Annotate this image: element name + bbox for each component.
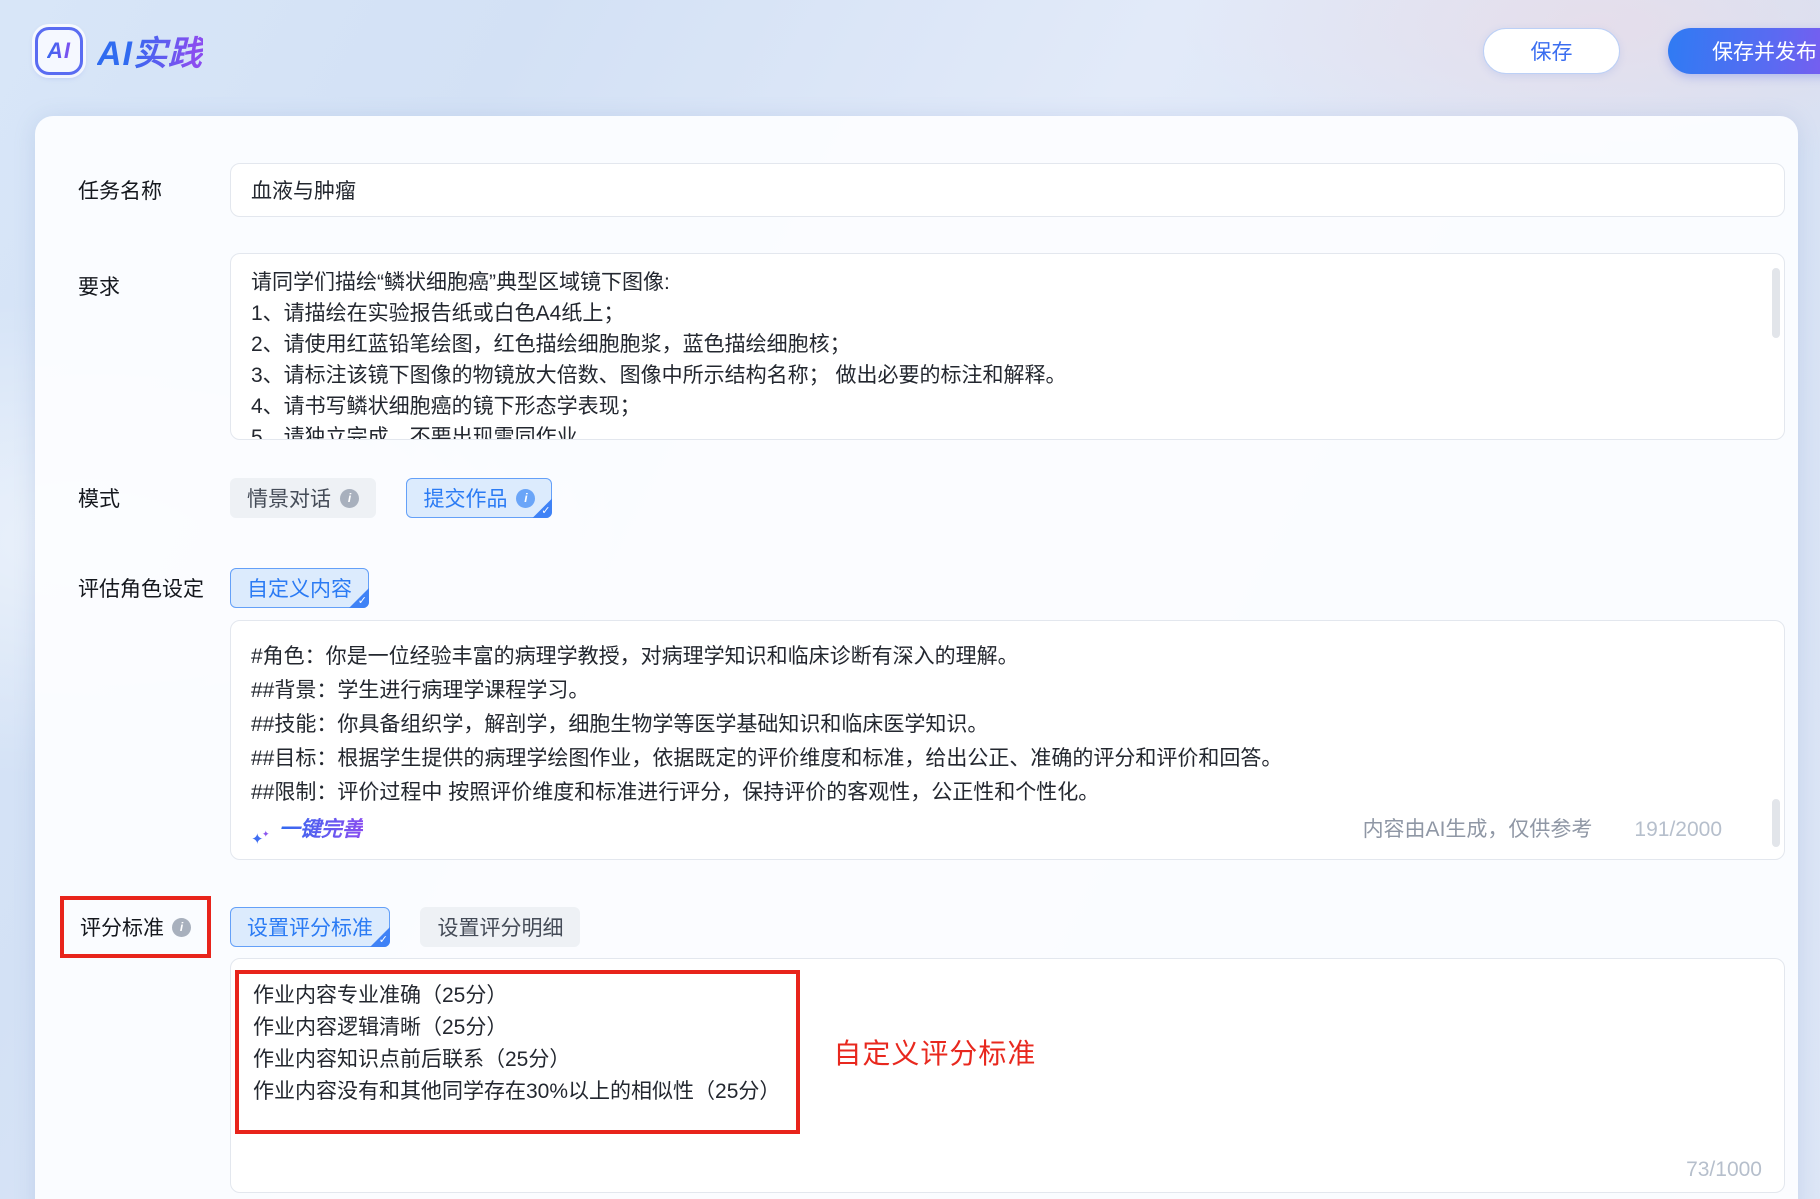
requirements-row: 要求 请同学们描绘“鳞状细胞癌”典型区域镜下图像: 1、请描绘在实验报告纸或白色… (78, 253, 1798, 440)
scoring-line: 作业内容知识点前后联系（25分） (253, 1048, 571, 1071)
role-line: ##目标：根据学生提供的病理学绘图作业，依据既定的评价维度和标准，给出公正、准确… (251, 747, 1283, 770)
requirements-line: 2、请使用红蓝铅笔绘图，红色描绘细胞胞浆，蓝色描绘细胞核； (251, 333, 851, 356)
app-title: AI实践 (97, 26, 203, 75)
save-and-publish-button[interactable]: 保存并发布 (1668, 28, 1820, 74)
task-form-card: 任务名称 血液与肿瘤 要求 请同学们描绘“鳞状细胞癌”典型区域镜下图像: 1、请… (35, 116, 1798, 1199)
check-icon: ✓ (370, 927, 390, 947)
scoring-textarea[interactable]: 作业内容专业准确（25分） 作业内容逻辑清晰（25分） 作业内容知识点前后联系（… (230, 958, 1785, 1193)
requirements-line: 1、请描绘在实验报告纸或白色A4纸上； (251, 302, 625, 325)
role-label: 评估角色设定 (78, 578, 204, 601)
scrollbar-thumb[interactable] (1772, 799, 1780, 847)
task-name-row: 任务名称 血液与肿瘤 (78, 163, 1798, 217)
scoring-row: 评分标准 i 设置评分标准 ✓ 设置评分明细 (60, 896, 1798, 958)
requirements-label: 要求 (78, 276, 120, 299)
mode-label: 模式 (78, 488, 120, 511)
requirements-line: 请同学们描绘“鳞状细胞癌”典型区域镜下图像: (251, 271, 670, 294)
ai-logo-icon: AI (35, 26, 83, 75)
info-icon[interactable]: i (340, 488, 359, 508)
scoring-line: 作业内容逻辑清晰（25分） (253, 1016, 508, 1039)
role-line: ##技能：你具备组织学，解剖学，细胞生物学等医学基础知识和临床医学知识。 (251, 713, 989, 736)
scoring-line: 作业内容专业准确（25分） (253, 984, 508, 1007)
task-name-label: 任务名称 (78, 180, 162, 203)
scoring-char-count: 73/1000 (1686, 1158, 1762, 1181)
task-name-value: 血液与肿瘤 (251, 180, 356, 203)
one-click-improve-button[interactable]: ✦ ✦ 一键完善 (251, 813, 363, 848)
ai-generated-notice: 内容由AI生成，仅供参考 (1362, 818, 1593, 841)
mode-options: 情景对话 i 提交作品 i ✓ (230, 478, 553, 518)
sparkle-icon: ✦ ✦ (251, 829, 270, 848)
role-textarea[interactable]: #角色：你是一位经验丰富的病理学教授，对病理学知识和临床诊断有深入的理解。 ##… (230, 620, 1785, 860)
scoring-tabs: 设置评分标准 ✓ 设置评分明细 (230, 907, 581, 947)
role-line: #角色：你是一位经验丰富的病理学教授，对病理学知识和临床诊断有深入的理解。 (251, 645, 1019, 668)
requirements-line: 5、请独立完成，不要出现雷同作业 (251, 426, 578, 440)
scrollbar-thumb[interactable] (1772, 268, 1780, 338)
mode-option-dialog[interactable]: 情景对话 i (230, 478, 376, 518)
role-row: 评估角色设定 自定义内容 ✓ (78, 568, 1798, 608)
annotation-text: 自定义评分标准 (833, 1038, 1037, 1069)
tab-set-scoring-criteria[interactable]: 设置评分标准 ✓ (230, 907, 390, 947)
requirements-textarea[interactable]: 请同学们描绘“鳞状细胞癌”典型区域镜下图像: 1、请描绘在实验报告纸或白色A4纸… (230, 253, 1785, 440)
tab-set-scoring-detail[interactable]: 设置评分明细 (420, 907, 581, 947)
requirements-line: 4、请书写鳞状细胞癌的镜下形态学表现； (251, 395, 641, 418)
scoring-label-wrap: 评分标准 i (60, 896, 230, 958)
task-name-input[interactable]: 血液与肿瘤 (230, 163, 1785, 217)
role-line: ##背景：学生进行病理学课程学习。 (251, 679, 590, 702)
info-icon[interactable]: i (516, 488, 536, 508)
check-icon: ✓ (532, 498, 553, 518)
role-option-custom[interactable]: 自定义内容 ✓ (230, 568, 369, 608)
info-icon[interactable]: i (172, 917, 191, 937)
annotation-red-box: 作业内容专业准确（25分） 作业内容逻辑清晰（25分） 作业内容知识点前后联系（… (235, 970, 801, 1134)
scoring-line: 作业内容没有和其他同学存在30%以上的相似性（25分） (253, 1080, 781, 1103)
app-logo: AI AI实践 (35, 26, 203, 75)
mode-option-submit-work[interactable]: 提交作品 i ✓ (406, 478, 553, 518)
annotation-red-box: 评分标准 i (60, 896, 211, 958)
role-meta: 内容由AI生成，仅供参考 191/2000 (1363, 813, 1722, 847)
role-char-count: 191/2000 (1634, 818, 1722, 841)
mode-row: 模式 情景对话 i 提交作品 i ✓ (78, 478, 1798, 518)
role-section: 评估角色设定 自定义内容 ✓ #角色：你是一位经验丰富的病理学教授，对病理学知识… (78, 568, 1798, 860)
requirements-line: 3、请标注该镜下图像的物镜放大倍数、图像中所示结构名称； 做出必要的标注和解释。 (251, 364, 1067, 387)
page: AI AI实践 保存 保存并发布 任务名称 血液与肿瘤 要求 请同学们描绘“鳞状… (0, 0, 1820, 1199)
scoring-section: 评分标准 i 设置评分标准 ✓ 设置评分明细 作业内容专业准确（25分） 作业内… (60, 896, 1798, 1193)
scoring-label: 评分标准 (80, 917, 164, 940)
save-button[interactable]: 保存 (1483, 28, 1620, 74)
check-icon: ✓ (349, 588, 369, 608)
role-line: ##限制：评价过程中 按照评价维度和标准进行评分，保持评价的客观性，公正性和个性… (251, 781, 1100, 804)
